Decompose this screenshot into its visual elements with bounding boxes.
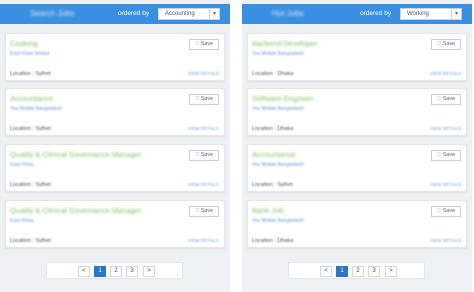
prev-page-button[interactable]: < bbox=[78, 266, 90, 277]
order-by-select[interactable]: Accounting ▾ bbox=[158, 8, 220, 20]
job-title[interactable]: Cooking bbox=[10, 39, 38, 48]
job-location: Location : Dhaka bbox=[252, 71, 294, 77]
job-location: Location : Sylhet bbox=[252, 182, 293, 188]
company-name[interactable]: East Fines bbox=[10, 162, 34, 168]
save-button[interactable]: ♡Save bbox=[431, 206, 461, 217]
order-by-label: ordered by bbox=[118, 10, 150, 17]
job-title[interactable]: Software Engineer bbox=[252, 94, 314, 103]
heart-outline-icon: ♡ bbox=[194, 41, 200, 47]
order-by-label: ordered by bbox=[360, 10, 392, 17]
heart-outline-icon: ♡ bbox=[436, 96, 442, 102]
job-card: Cooking East Fines limited ♡Save Locatio… bbox=[5, 33, 225, 81]
page-3-button[interactable]: 3 bbox=[126, 266, 138, 277]
save-button[interactable]: ♡Save bbox=[431, 150, 461, 161]
save-button[interactable]: ♡Save bbox=[189, 39, 219, 50]
job-title[interactable]: Bank Job bbox=[252, 206, 283, 215]
heart-outline-icon: ♡ bbox=[436, 208, 442, 214]
save-label: Save bbox=[200, 208, 214, 214]
view-details-link[interactable]: VIEW DETAILS bbox=[430, 126, 461, 131]
header-bar: Search Jobs ordered by Accounting ▾ bbox=[0, 4, 230, 24]
next-page-button[interactable]: > bbox=[143, 266, 155, 277]
job-title[interactable]: Accountance bbox=[252, 150, 295, 159]
view-details-link[interactable]: VIEW DETAILS bbox=[188, 238, 219, 243]
page-1-button[interactable]: 1 bbox=[336, 266, 348, 277]
view-details-link[interactable]: VIEW DETAILS bbox=[430, 238, 461, 243]
select-value: Accounting bbox=[165, 11, 195, 17]
save-label: Save bbox=[442, 41, 456, 47]
job-location: Location : Sylhet bbox=[10, 71, 51, 77]
heart-outline-icon: ♡ bbox=[194, 96, 200, 102]
job-title[interactable]: Quality & Clinical Governance Manager bbox=[10, 206, 141, 215]
pagination: < 1 2 3 > bbox=[46, 262, 183, 279]
heart-outline-icon: ♡ bbox=[436, 152, 442, 158]
job-title[interactable]: Backend Developer bbox=[252, 39, 317, 48]
company-name[interactable]: Yes Mobile Bangladesh bbox=[252, 51, 304, 57]
page-2-button[interactable]: 2 bbox=[352, 266, 364, 277]
job-card: Bank Job Yes Mobile Bangladesh ♡Save Loc… bbox=[247, 200, 467, 248]
heart-outline-icon: ♡ bbox=[194, 152, 200, 158]
save-label: Save bbox=[442, 152, 456, 158]
chevron-down-icon: ▾ bbox=[209, 9, 219, 19]
panel-title: Search Jobs bbox=[30, 9, 75, 18]
panel-title: Hot Jobs bbox=[272, 9, 304, 18]
header-bar: Hot Jobs ordered by Working ▾ bbox=[242, 4, 472, 24]
search-jobs-panel: Search Jobs ordered by Accounting ▾ Cook… bbox=[0, 0, 230, 292]
prev-page-button[interactable]: < bbox=[320, 266, 332, 277]
page-1-button[interactable]: 1 bbox=[94, 266, 106, 277]
page-2-button[interactable]: 2 bbox=[110, 266, 122, 277]
next-page-button[interactable]: > bbox=[385, 266, 397, 277]
view-details-link[interactable]: VIEW DETAILS bbox=[188, 182, 219, 187]
page-3-button[interactable]: 3 bbox=[368, 266, 380, 277]
view-details-link[interactable]: VIEW DETAILS bbox=[188, 126, 219, 131]
company-name[interactable]: East Fines bbox=[10, 218, 34, 224]
save-label: Save bbox=[442, 96, 456, 102]
job-location: Location : Sylhet bbox=[10, 126, 51, 132]
job-card: Software Engineer Yes Mobile Bangladesh … bbox=[247, 88, 467, 136]
save-label: Save bbox=[200, 41, 214, 47]
save-button[interactable]: ♡Save bbox=[189, 150, 219, 161]
pagination: < 1 2 3 > bbox=[288, 262, 425, 279]
job-card: Quality & Clinical Governance Manager Ea… bbox=[5, 200, 225, 248]
job-location: Location : Dhaka bbox=[252, 238, 294, 244]
job-title[interactable]: Accountance bbox=[10, 94, 53, 103]
hot-jobs-panel: Hot Jobs ordered by Working ▾ Backend De… bbox=[242, 0, 472, 292]
job-card: Backend Developer Yes Mobile Bangladesh … bbox=[247, 33, 467, 81]
company-name[interactable]: Yes Mobile Bangladesh bbox=[10, 106, 62, 112]
job-card: Quality & Clinical Governance Manager Ea… bbox=[5, 144, 225, 192]
save-label: Save bbox=[200, 96, 214, 102]
save-button[interactable]: ♡Save bbox=[431, 39, 461, 50]
company-name[interactable]: Yes Mobile Bangladesh bbox=[252, 162, 304, 168]
view-details-link[interactable]: VIEW DETAILS bbox=[430, 71, 461, 76]
job-location: Location : Sylhet bbox=[10, 182, 51, 188]
save-button[interactable]: ♡Save bbox=[189, 206, 219, 217]
heart-outline-icon: ♡ bbox=[436, 41, 442, 47]
save-button[interactable]: ♡Save bbox=[431, 94, 461, 105]
job-location: Location : Dhaka bbox=[252, 126, 294, 132]
job-card: Accountance Yes Mobile Bangladesh ♡Save … bbox=[5, 88, 225, 136]
heart-outline-icon: ♡ bbox=[194, 208, 200, 214]
job-card: Accountance Yes Mobile Bangladesh ♡Save … bbox=[247, 144, 467, 192]
view-details-link[interactable]: VIEW DETAILS bbox=[430, 182, 461, 187]
save-label: Save bbox=[442, 208, 456, 214]
job-location: Location : Sylhet bbox=[10, 238, 51, 244]
order-by-select[interactable]: Working ▾ bbox=[400, 8, 462, 20]
company-name[interactable]: Yes Mobile Bangladesh bbox=[252, 106, 304, 112]
company-name[interactable]: Yes Mobile Bangladesh bbox=[252, 218, 304, 224]
company-name[interactable]: East Fines limited bbox=[10, 51, 49, 57]
view-details-link[interactable]: VIEW DETAILS bbox=[188, 71, 219, 76]
save-button[interactable]: ♡Save bbox=[189, 94, 219, 105]
save-label: Save bbox=[200, 152, 214, 158]
job-title[interactable]: Quality & Clinical Governance Manager bbox=[10, 150, 141, 159]
select-value: Working bbox=[407, 11, 429, 17]
chevron-down-icon: ▾ bbox=[451, 9, 461, 19]
